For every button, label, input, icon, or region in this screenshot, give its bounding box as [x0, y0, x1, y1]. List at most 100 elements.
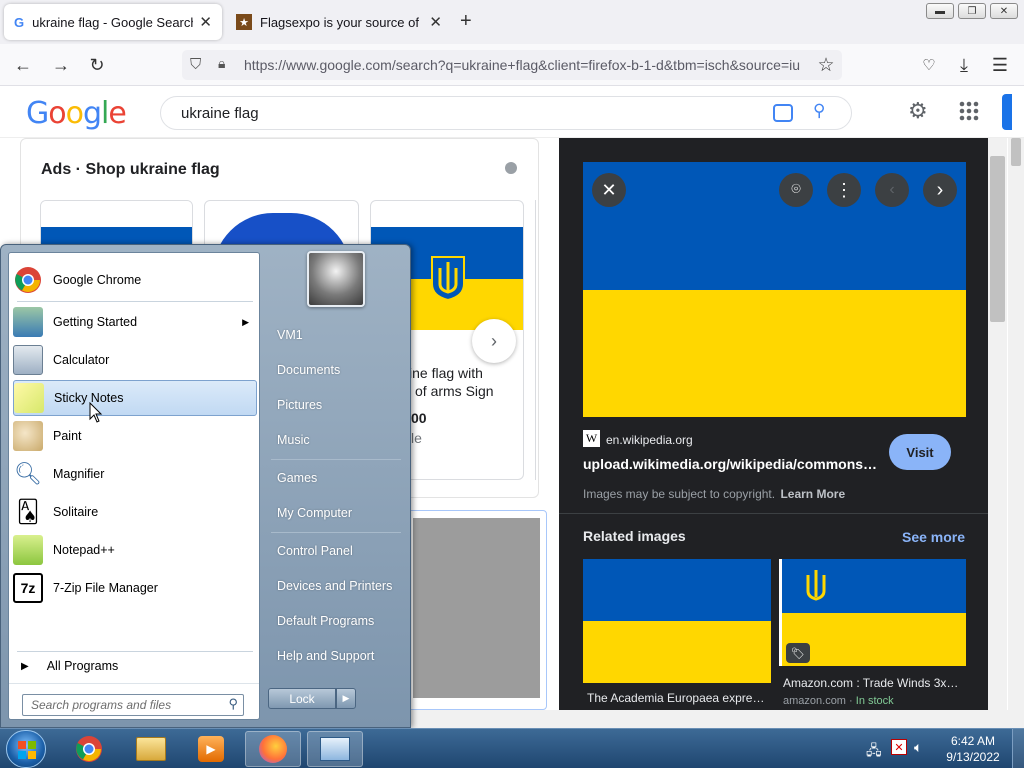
related-caption-2[interactable]: Amazon.com : Trade Winds 3x… — [783, 676, 958, 690]
vertical-scrollbar[interactable] — [988, 138, 1007, 710]
right-item-vm1[interactable]: VM1 — [268, 320, 406, 350]
right-item-games[interactable]: Games — [268, 463, 406, 493]
source-title-link[interactable]: upload.wikimedia.org/wikipedia/commons… — [583, 456, 883, 472]
google-logo[interactable]: Google — [26, 96, 127, 131]
search-icon[interactable]: ⚲ — [813, 101, 825, 121]
right-item-documents[interactable]: Documents — [268, 355, 406, 385]
all-programs-button[interactable]: ▶ All Programs — [13, 649, 257, 683]
right-item-default-programs[interactable]: Default Programs — [268, 606, 406, 636]
right-item-pictures[interactable]: Pictures — [268, 390, 406, 420]
right-item-my-computer[interactable]: My Computer — [268, 498, 406, 528]
tab-google-search[interactable]: G ukraine flag - Google Search ✕ — [4, 4, 222, 40]
clock-time: 6:42 AM — [950, 734, 996, 748]
taskbar-media-player-button[interactable]: ▶ — [183, 731, 239, 767]
scroll-thumb[interactable] — [990, 156, 1005, 322]
close-icon[interactable]: ✕ — [592, 173, 626, 207]
back-arrow-icon[interactable]: ← — [10, 53, 36, 77]
mouse-cursor-icon — [89, 402, 103, 423]
lens-search-icon[interactable]: ⌾ — [779, 173, 813, 207]
pocket-icon[interactable]: ♡ — [916, 53, 942, 77]
program-calculator[interactable]: Calculator — [13, 342, 257, 378]
google-header: Google ukraine flag ⚲ ⚙ — [0, 86, 1024, 138]
product-title-line2[interactable]: of arms Sign — [415, 383, 494, 399]
program-magnifier[interactable]: 🔍︎ Magnifier — [13, 456, 257, 492]
next-chevron-icon[interactable]: › — [923, 173, 957, 207]
search-placeholder: Search programs and files — [31, 698, 172, 712]
volume-icon[interactable]: 🔈︎ — [914, 739, 922, 756]
submenu-arrow-icon: ▶ — [242, 316, 249, 327]
divider — [559, 513, 988, 514]
lock-icon[interactable]: 🔒︎ — [218, 55, 225, 72]
related-image-2[interactable]: 🏷︎ — [779, 559, 966, 666]
right-item-control-panel[interactable]: Control Panel — [268, 536, 406, 566]
right-item-devices-and-printers[interactable]: Devices and Printers — [268, 571, 406, 601]
right-item-help-and-support[interactable]: Help and Support — [268, 641, 406, 671]
program-paint[interactable]: Paint — [13, 418, 257, 454]
ads-title: Ads · Shop ukraine flag — [41, 161, 220, 178]
tracking-shield-icon[interactable]: ⛉ — [190, 56, 201, 73]
program-sticky-notes[interactable]: Sticky Notes — [13, 380, 257, 416]
taskbar-firefox-button[interactable] — [245, 731, 301, 767]
ukraine-flag-preview-image[interactable] — [583, 162, 966, 417]
new-tab-plus-icon[interactable]: + — [460, 10, 472, 33]
minimize-window-button[interactable]: ▬ — [926, 3, 954, 19]
previous-chevron-icon[interactable]: ‹ — [875, 173, 909, 207]
url-text[interactable]: https://www.google.com/search?q=ukraine+… — [244, 57, 810, 73]
related-caption-1[interactable]: The Academia Europaea expre… — [587, 691, 764, 705]
product-title-line1[interactable]: ine flag with — [409, 365, 483, 381]
visit-button[interactable]: Visit — [889, 434, 951, 470]
next-products-chevron-icon[interactable]: › — [472, 319, 516, 363]
lock-button[interactable]: Lock — [268, 688, 336, 709]
page-scroll-thumb[interactable] — [1011, 138, 1021, 166]
program-label: Notepad++ — [53, 543, 115, 557]
taskbar-app-button[interactable] — [307, 731, 363, 767]
forward-arrow-icon[interactable]: → — [48, 53, 74, 77]
search-programs-input[interactable]: Search programs and files ⚲ — [22, 694, 244, 716]
chrome-icon — [76, 736, 102, 762]
download-icon[interactable]: ⤓ — [951, 53, 977, 77]
taskbar-explorer-button[interactable] — [123, 731, 179, 767]
apps-grid-icon[interactable] — [959, 101, 979, 121]
action-center-flag-icon[interactable]: ✕ — [891, 739, 907, 755]
address-bar[interactable]: ⛉ 🔒︎ https://www.google.com/search?q=ukr… — [182, 50, 842, 80]
taskbar-chrome-button[interactable] — [61, 731, 117, 767]
more-options-icon[interactable]: ⋮ — [827, 173, 861, 207]
related-meta-2: amazon.com · In stock — [783, 695, 894, 707]
app-menu-icon[interactable]: ☰ — [987, 53, 1013, 77]
show-desktop-button[interactable] — [1012, 729, 1024, 768]
clock[interactable]: 6:42 AM 9/13/2022 — [938, 733, 1008, 765]
close-tab-icon[interactable]: ✕ — [199, 13, 212, 31]
start-orb-button[interactable] — [6, 730, 46, 768]
image-result-card[interactable] — [405, 510, 547, 710]
network-icon[interactable]: 🖧︎ — [866, 740, 882, 764]
camera-lens-icon[interactable] — [773, 104, 793, 122]
restore-window-button[interactable]: ❐ — [958, 3, 986, 19]
see-more-link[interactable]: See more — [902, 529, 965, 545]
search-icon[interactable]: ⚲ — [228, 696, 238, 712]
search-box[interactable]: ukraine flag ⚲ — [160, 96, 852, 130]
close-window-button[interactable]: ✕ — [990, 3, 1018, 19]
info-icon[interactable] — [505, 162, 517, 174]
source-site[interactable]: en.wikipedia.org — [606, 433, 693, 447]
page-scrollbar[interactable] — [1008, 138, 1024, 728]
right-item-music[interactable]: Music — [268, 425, 406, 455]
search-query[interactable]: ukraine flag — [181, 105, 259, 122]
learn-more-link[interactable]: Learn More — [780, 487, 845, 501]
flagsexpo-favicon-icon: ★ — [236, 14, 252, 30]
program-google-chrome[interactable]: Google Chrome — [13, 262, 257, 298]
program-getting-started[interactable]: Getting Started ▶ — [13, 304, 257, 340]
close-tab-icon[interactable]: ✕ — [429, 13, 442, 31]
program-notepad-plus-plus[interactable]: Notepad++ — [13, 532, 257, 568]
settings-gear-icon[interactable]: ⚙ — [908, 98, 928, 124]
divider — [271, 532, 401, 533]
tab-flagsexpo[interactable]: ★ Flagsexpo is your source of USA ✕ — [226, 4, 452, 40]
bookmark-star-icon[interactable]: ☆ — [813, 53, 839, 77]
in-stock-label: In stock — [855, 695, 894, 707]
sign-in-button[interactable] — [1002, 94, 1012, 130]
related-image-1[interactable] — [583, 559, 771, 683]
reload-icon[interactable]: ↻ — [84, 53, 110, 77]
program-7zip[interactable]: 7z 7-Zip File Manager — [13, 570, 257, 606]
shutdown-options-arrow-icon[interactable]: ▶ — [336, 688, 356, 709]
user-picture-avatar[interactable] — [307, 251, 365, 307]
program-solitaire[interactable]: 🂡 Solitaire — [13, 494, 257, 530]
